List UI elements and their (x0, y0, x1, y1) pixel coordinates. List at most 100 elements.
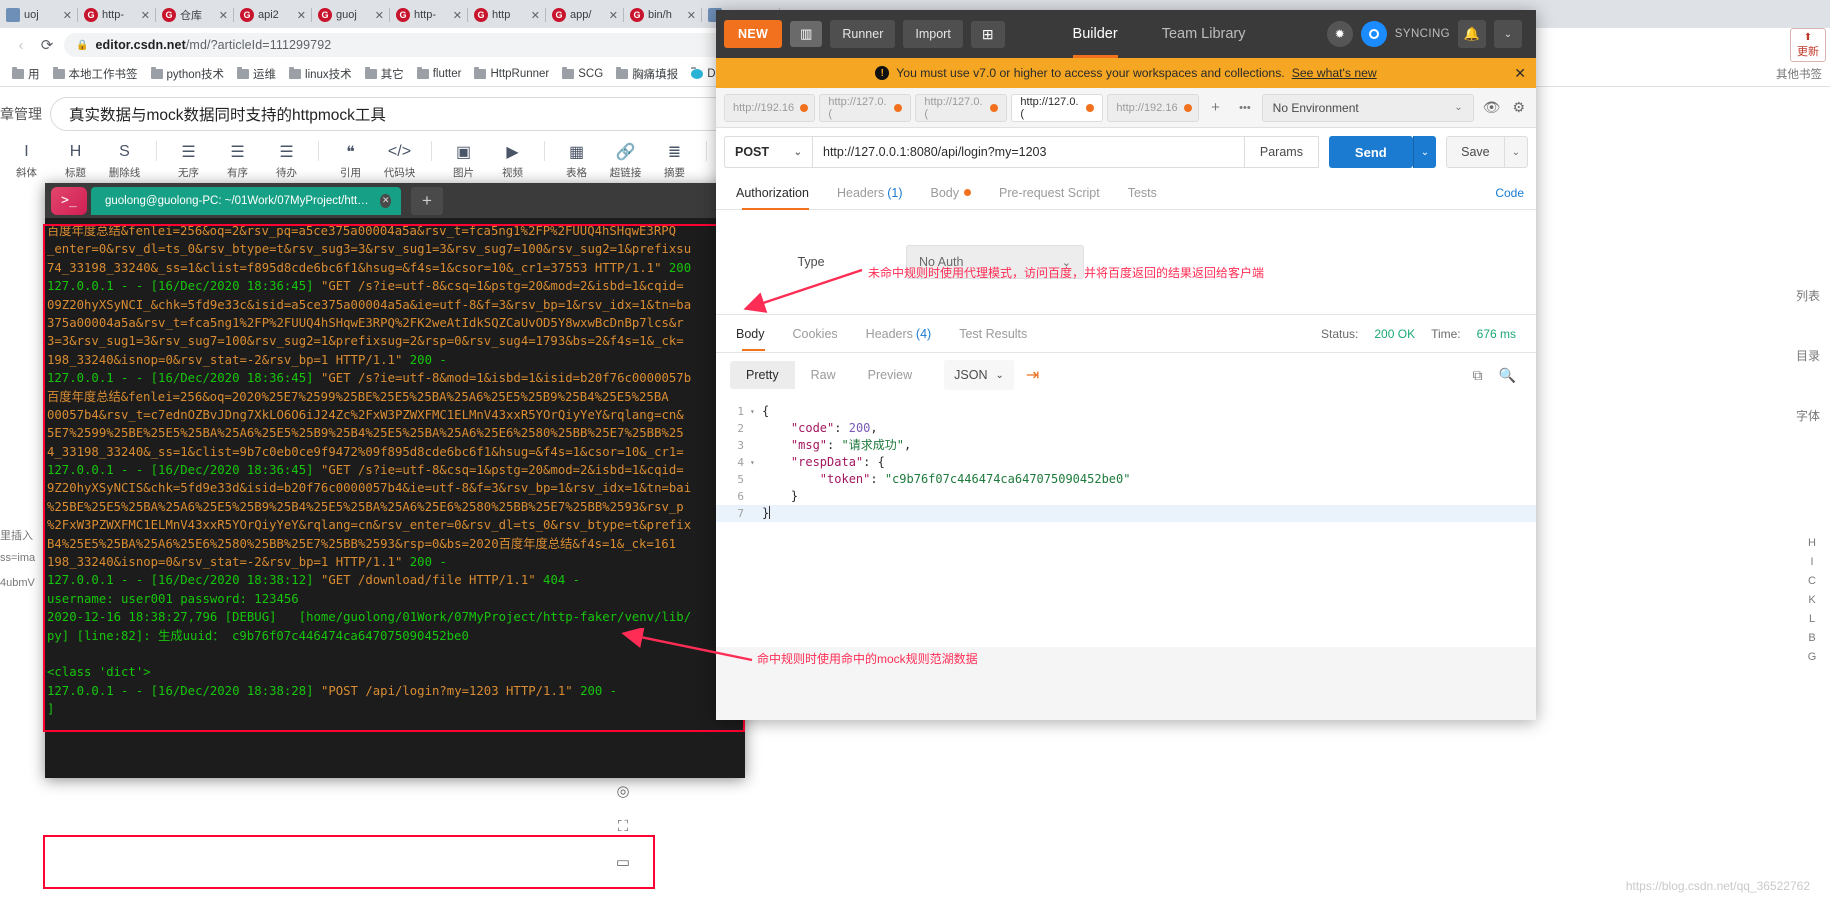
postman-request-tab[interactable]: http://192.16 (724, 93, 816, 122)
eye-icon[interactable]: 👁 (1480, 99, 1504, 116)
close-icon[interactable]: ✕ (687, 9, 696, 22)
fullscreen-icon[interactable]: ⛶ (618, 818, 629, 835)
send-button[interactable]: Send (1328, 136, 1413, 168)
close-icon[interactable]: ✕ (375, 9, 384, 22)
browser-tab[interactable]: Gapi2 ✕ (234, 2, 312, 28)
runner-button[interactable]: Runner (830, 20, 896, 48)
back-icon[interactable]: ‹ (8, 32, 34, 58)
toolbar-unordered-list[interactable]: ☰ 无序 (164, 139, 213, 180)
tab-tests[interactable]: Tests (1114, 176, 1171, 210)
browser-tab[interactable]: Ghttp- ✕ (390, 2, 468, 28)
toolbar-video[interactable]: ▶ 视频 (488, 139, 537, 180)
response-tab-test-results[interactable]: Test Results (945, 317, 1041, 351)
terminal-tab[interactable]: guolong@guolong-PC: ~/01Work/07MyProject… (91, 186, 401, 215)
response-tab-body[interactable]: Body (728, 317, 779, 351)
toolbar-quote[interactable]: ❝ 引用 (326, 139, 375, 180)
postman-request-tab[interactable]: http://127.0.( (819, 93, 912, 122)
new-button[interactable]: NEW (724, 20, 783, 48)
toolbar-image[interactable]: ▣ 图片 (439, 139, 488, 180)
code-link[interactable]: Code (1495, 186, 1524, 200)
search-icon[interactable]: 🔍 (1499, 367, 1516, 384)
params-button[interactable]: Params (1244, 136, 1319, 168)
environment-select[interactable]: No Environment ⌄ (1261, 93, 1474, 122)
toolbar-summary[interactable]: ≣ 摘要 (650, 139, 699, 180)
bell-icon[interactable]: 🔔 (1458, 20, 1486, 48)
view-mode-preview[interactable]: Preview (851, 361, 929, 389)
response-body-code[interactable]: 1 ▾{2 "code": 200, 3 "msg": "请求成功", 4 ▾ "res… (716, 397, 1536, 647)
bookmark-item[interactable]: python技术 (145, 64, 231, 84)
chevron-down-icon[interactable]: ⌄ (1494, 20, 1522, 48)
close-icon[interactable]: ✕ (297, 9, 306, 22)
response-tab-cookies[interactable]: Cookies (779, 317, 852, 351)
update-button[interactable]: ⬆ 更新 (1790, 28, 1826, 62)
see-whats-new-link[interactable]: See what's new (1292, 66, 1377, 80)
postman-request-tab[interactable]: http://192.16 (1107, 93, 1199, 122)
browser-tab[interactable]: uoj ✕ (0, 2, 78, 28)
tab-authorization[interactable]: Authorization (728, 176, 823, 210)
save-button[interactable]: Save (1446, 136, 1505, 168)
tab-body[interactable]: Body (917, 176, 986, 210)
close-icon[interactable]: ✕ (609, 9, 618, 22)
fold-arrow-icon[interactable] (750, 437, 762, 454)
toolbar-heading[interactable]: H 标题 (51, 139, 100, 180)
gear-icon[interactable]: ⚙ (1509, 99, 1528, 116)
response-format-select[interactable]: JSON ⌄ (944, 360, 1014, 390)
bookmark-item[interactable]: SCG (556, 66, 609, 82)
other-bookmarks-button[interactable]: 其他书签 (1776, 66, 1822, 82)
fold-arrow-icon[interactable]: ▾ (750, 403, 762, 420)
request-tab-more-icon[interactable]: ••• (1232, 95, 1257, 121)
browser-tab[interactable]: Ghttp- ✕ (78, 2, 156, 28)
preview-icon[interactable]: ▭ (616, 853, 630, 871)
fold-arrow-icon[interactable] (750, 488, 762, 505)
send-options-chevron-icon[interactable]: ⌄ (1412, 136, 1437, 168)
target-icon[interactable]: ◎ (616, 782, 629, 800)
new-terminal-tab-button[interactable]: + (411, 186, 443, 215)
postman-request-tab[interactable]: http://127.0.( (915, 93, 1008, 122)
http-method-select[interactable]: POST ⌄ (724, 136, 812, 168)
new-window-icon[interactable]: ⊞ (970, 20, 1005, 48)
sync-icon[interactable] (1360, 21, 1387, 47)
add-request-tab-button[interactable]: + (1203, 95, 1228, 121)
toolbar-strikethrough[interactable]: S 删除线 (100, 139, 149, 180)
view-mode-pretty[interactable]: Pretty (730, 361, 795, 389)
close-icon[interactable]: ✕ (453, 9, 462, 22)
fold-arrow-icon[interactable] (750, 471, 762, 488)
browser-tab[interactable]: Gguoj ✕ (312, 2, 390, 28)
fold-arrow-icon[interactable] (750, 420, 762, 437)
import-button[interactable]: Import (903, 20, 963, 48)
close-icon[interactable]: ✕ (380, 193, 391, 208)
bookmark-item[interactable]: 胸痛填报 (610, 64, 684, 84)
browser-tab[interactable]: G 仓库 ✕ (156, 2, 234, 28)
bookmark-item[interactable]: 其它 (359, 64, 410, 84)
tab-headers[interactable]: Headers (1) (823, 176, 917, 210)
wrap-lines-icon[interactable]: ⇥ (1026, 365, 1039, 385)
save-options-chevron-icon[interactable]: ⌄ (1504, 136, 1528, 168)
fold-arrow-icon[interactable] (750, 505, 762, 522)
copy-icon[interactable]: ⧉ (1473, 367, 1483, 384)
toolbar-italic[interactable]: I 斜体 (2, 139, 51, 180)
postman-request-tab[interactable]: http://127.0.( (1011, 93, 1104, 122)
browser-tab[interactable]: Ghttp ✕ (468, 2, 546, 28)
tab-pre-request-script[interactable]: Pre-request Script (985, 176, 1114, 210)
toolbar-table[interactable]: ▦ 表格 (552, 139, 601, 180)
article-manage-label[interactable]: 章管理 (0, 104, 42, 124)
tab-builder[interactable]: Builder (1051, 10, 1140, 58)
bookmark-item[interactable]: HttpRunner (468, 66, 555, 82)
panel-toggle-icon[interactable]: ▥ (790, 21, 823, 47)
close-icon[interactable]: ✕ (1514, 65, 1526, 82)
request-url-input[interactable]: http://127.0.0.1:8080/api/login?my=1203 (812, 136, 1245, 168)
orbit-icon[interactable]: ✹ (1326, 21, 1353, 47)
bookmark-item[interactable]: flutter (411, 66, 468, 82)
bookmark-item[interactable]: 用 (6, 64, 46, 84)
close-icon[interactable]: ✕ (141, 9, 150, 22)
reload-icon[interactable]: ⟳ (34, 32, 60, 58)
toolbar-link[interactable]: 🔗 超链接 (601, 139, 650, 180)
close-icon[interactable]: ✕ (219, 9, 228, 22)
bookmark-item[interactable]: linux技术 (283, 64, 358, 84)
tab-team-library[interactable]: Team Library (1140, 10, 1268, 58)
browser-tab[interactable]: Gapp/ ✕ (546, 2, 624, 28)
view-mode-raw[interactable]: Raw (794, 361, 852, 389)
toolbar-todo-list[interactable]: ☰ 待办 (262, 139, 311, 180)
toolbar-code-block[interactable]: </> 代码块 (375, 139, 424, 180)
fold-arrow-icon[interactable]: ▾ (750, 454, 762, 471)
